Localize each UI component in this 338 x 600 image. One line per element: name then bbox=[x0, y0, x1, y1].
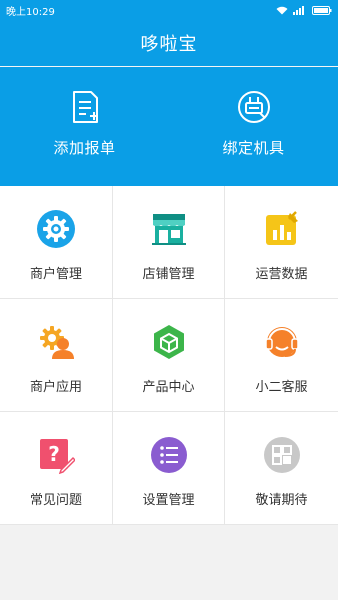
merchant-app-button[interactable]: 商户应用 bbox=[0, 299, 113, 412]
customer-service-button[interactable]: 小二客服 bbox=[225, 299, 338, 412]
gear-icon bbox=[37, 210, 75, 248]
feature-grid: 商户管理 店铺管理 运营数据 商户应用 产品中心 小二客服 ? 常见问题 设置管… bbox=[0, 186, 338, 525]
merchant-app-label: 商户应用 bbox=[29, 380, 82, 395]
bind-device-label: 绑定机具 bbox=[222, 139, 285, 157]
customer-service-label: 小二客服 bbox=[255, 380, 308, 395]
status-icons bbox=[276, 5, 332, 15]
faq-button[interactable]: ? 常见问题 bbox=[0, 412, 113, 525]
data-chart-icon bbox=[265, 211, 298, 245]
merchant-app-icon bbox=[40, 326, 74, 359]
status-bar: 晚上10:29 bbox=[0, 0, 338, 20]
settings-management-button[interactable]: 设置管理 bbox=[113, 412, 225, 525]
add-order-icon bbox=[72, 91, 98, 123]
product-center-button[interactable]: 产品中心 bbox=[113, 299, 225, 412]
wifi-icon bbox=[276, 6, 288, 14]
list-settings-icon bbox=[150, 437, 187, 473]
add-order-label: 添加报单 bbox=[53, 139, 116, 157]
battery-icon bbox=[312, 5, 332, 15]
bind-device-icon bbox=[237, 91, 270, 123]
hero-actions: 添加报单 绑定机具 bbox=[0, 67, 338, 186]
cube-icon bbox=[153, 325, 184, 359]
faq-label: 常见问题 bbox=[29, 493, 82, 508]
store-management-button[interactable]: 店铺管理 bbox=[113, 186, 225, 299]
question-icon: ? bbox=[40, 439, 75, 474]
coming-soon-label: 敬请期待 bbox=[255, 493, 308, 508]
bind-device-button[interactable]: 绑定机具 bbox=[169, 67, 338, 186]
page-title: 哆啦宝 bbox=[140, 34, 198, 55]
store-icon bbox=[151, 214, 186, 245]
coming-soon-button[interactable]: 敬请期待 bbox=[225, 412, 338, 525]
settings-management-label: 设置管理 bbox=[142, 493, 195, 508]
product-center-label: 产品中心 bbox=[142, 380, 195, 395]
status-time: 晚上10:29 bbox=[6, 6, 55, 18]
store-management-label: 店铺管理 bbox=[142, 267, 195, 282]
operation-data-label: 运营数据 bbox=[255, 267, 308, 282]
coming-soon-icon bbox=[263, 437, 300, 473]
signal-icon bbox=[293, 5, 304, 15]
operation-data-button[interactable]: 运营数据 bbox=[225, 186, 338, 299]
app-header: 哆啦宝 bbox=[0, 20, 338, 66]
merchant-management-label: 商户管理 bbox=[29, 267, 82, 282]
merchant-management-button[interactable]: 商户管理 bbox=[0, 186, 113, 299]
add-order-button[interactable]: 添加报单 bbox=[0, 67, 169, 186]
headset-icon bbox=[264, 327, 299, 357]
svg-text:?: ? bbox=[48, 442, 60, 466]
